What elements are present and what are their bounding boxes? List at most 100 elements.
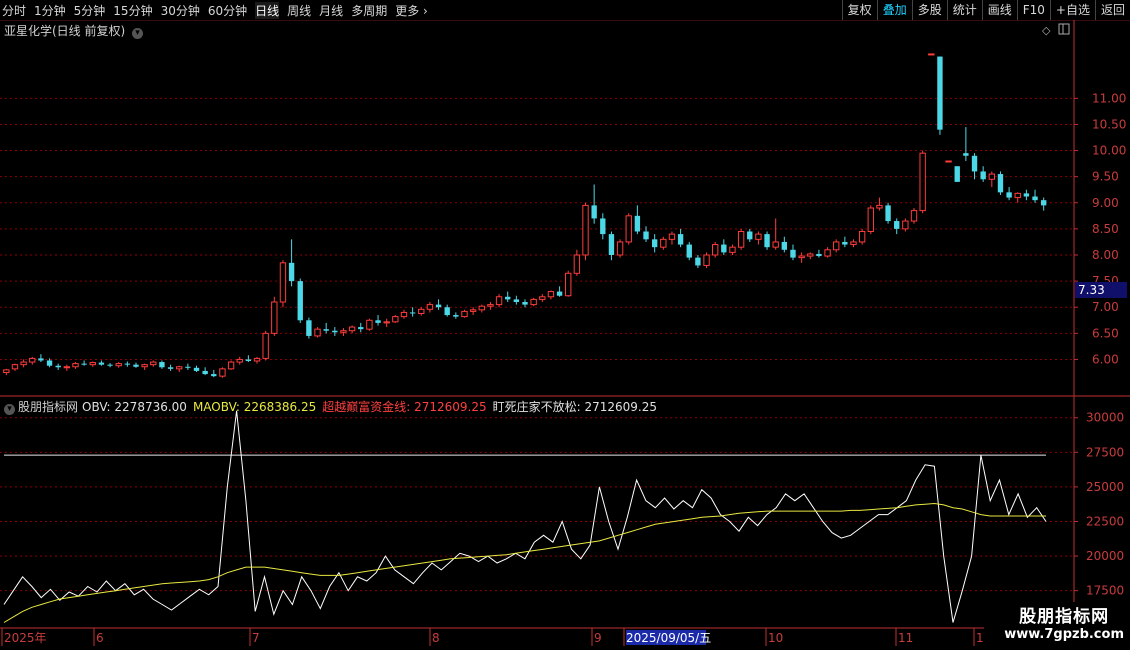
candle [963,153,969,156]
candle [185,366,191,368]
gap-candle [945,160,952,163]
toolbar-button-6[interactable]: +自选 [1049,0,1095,20]
gap-candle [954,166,960,182]
candle [323,329,329,331]
candle [288,262,295,282]
period-tab-7[interactable]: 周线 [287,2,311,19]
candle [297,281,303,321]
candle [11,364,19,370]
candle [332,330,338,333]
candle [902,220,909,230]
candle [919,152,926,212]
candle [262,332,269,359]
ind-tick-label: 22500 [1086,514,1124,528]
period-tab-1[interactable]: 1分钟 [34,2,66,19]
ind-tick-label: 20000 [1086,549,1124,563]
toolbar-button-1[interactable]: 叠加 [876,0,912,20]
ind-tick-label: 30000 [1086,411,1124,425]
candle [772,241,779,248]
candle [63,366,71,369]
xaxis-label: 2025/09/05/五 [626,631,711,645]
candle [625,215,632,243]
candle [980,171,986,180]
watermark: 股朋指标网 www.7gpzb.com [1004,602,1124,642]
candle [729,246,736,253]
diamond-icon: ◇ [1042,24,1051,37]
candle [392,316,399,323]
toolbar-button-0[interactable]: 复权 [841,0,877,20]
candle [348,326,356,332]
line3-value: 超越巅富资金线: 2712609.25 [322,400,487,414]
last-price-label: 7.33 [1078,283,1105,297]
maobv-value: MAOBV: 2268386.25 [192,400,317,414]
indicator-name[interactable]: 股朋指标网 [18,400,78,414]
indicator-legend: ▾ 股朋指标网 OBV: 2278736.00 MAOBV: 2268386.25 超越… [4,398,663,415]
candle [211,374,217,377]
toolbar-button-7[interactable]: 返回 [1094,0,1130,20]
candle [418,308,425,314]
candle [245,359,252,362]
period-tab-8[interactable]: 月线 [319,2,343,19]
candle [159,362,165,368]
stock-title-text: 亚星化学(日线 前复权) [4,24,126,38]
candle [176,366,183,370]
candle [643,231,649,240]
period-tab-2[interactable]: 5分钟 [74,2,106,19]
candle [816,253,822,257]
period-tab-3[interactable]: 15分钟 [113,2,152,19]
candle [1023,193,1030,197]
candle [616,241,624,256]
candle [314,328,321,337]
toolbar-button-3[interactable]: 统计 [946,0,982,20]
candle [573,254,581,274]
candle [600,218,606,235]
candle [478,305,485,311]
toolbar-button-4[interactable]: 画线 [981,0,1017,20]
candle [279,262,287,303]
price-tick-label: 9.50 [1092,170,1119,184]
period-toolbar: 分时 1分钟 5分钟 15分钟 30分钟 60分钟 日线 周线 月线 多周期 更多 › 复权 叠加 多股… [0,0,1130,21]
candle [469,309,477,312]
period-tab-5[interactable]: 60分钟 [208,2,247,19]
xaxis-label: 7 [252,631,260,645]
candle [556,291,563,296]
candle [20,361,27,366]
candle [38,358,44,361]
period-tab-4[interactable]: 30分钟 [161,2,200,19]
candle [271,301,278,334]
toolbar-button-5[interactable]: F10 [1016,0,1050,20]
candle [850,241,857,246]
candle [3,369,10,373]
price-tick-label: 6.00 [1092,352,1119,366]
line4-value: 盯死庄家不放松: 2712609.25 [492,400,658,414]
period-tab-9[interactable]: 多周期 [351,2,387,19]
candle [444,307,450,316]
toolbar-right-buttons: 复权 叠加 多股 统计 画线 F10 +自选 返回 [841,0,1130,20]
period-tab-0[interactable]: 分时 [2,2,26,19]
price-tick-label: 10.50 [1092,117,1126,131]
candle [219,368,226,377]
candle [721,244,727,253]
xaxis-label: 1 [976,631,984,645]
period-tab-6[interactable]: 日线 [255,1,280,19]
toolbar-button-2[interactable]: 多股 [911,0,947,20]
candle [582,204,589,256]
xaxis-label: 8 [432,631,440,645]
candle [29,357,36,363]
price-tick-label: 9.00 [1092,196,1119,210]
candle [712,244,719,256]
price-tick-label: 8.00 [1092,248,1119,262]
candle [358,327,364,330]
candle [1032,196,1038,201]
chevron-down-icon[interactable]: ▾ [132,28,144,39]
watermark-line1: 股朋指标网 [1019,607,1110,627]
candle [426,304,434,310]
xaxis-label: 11 [898,631,913,645]
candle [660,238,667,248]
gap-candle [937,56,943,130]
candle [737,231,745,248]
kline-chart[interactable]: 6.006.507.007.508.008.509.009.5010.0010.… [0,20,1130,650]
ind-tick-label: 27500 [1086,445,1124,459]
chevron-down-icon[interactable]: ▾ [4,404,15,415]
period-tab-10[interactable]: 更多 › [395,2,428,19]
